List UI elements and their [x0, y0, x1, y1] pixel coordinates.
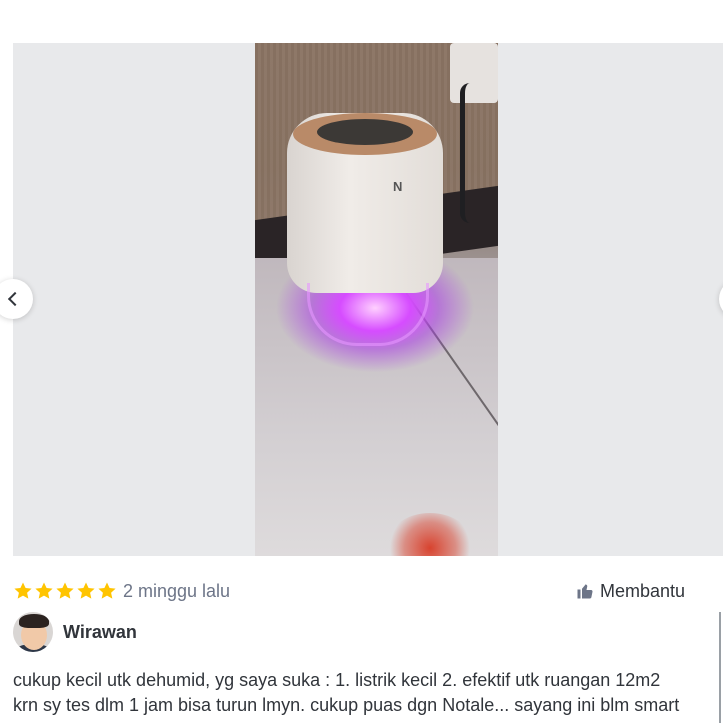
- review-text-line: krn sy tes dlm 1 jam bisa turun lmyn. cu…: [13, 695, 680, 715]
- chevron-left-icon: [7, 291, 23, 307]
- review-media-gallery: N: [13, 43, 723, 556]
- star-icon: [98, 582, 116, 599]
- review-time: 2 minggu lalu: [123, 580, 231, 601]
- review-photo[interactable]: N: [255, 43, 498, 556]
- thumbs-up-icon: [577, 584, 593, 599]
- star-icon: [35, 582, 53, 599]
- rating-stars: [13, 581, 117, 601]
- avatar[interactable]: [13, 612, 53, 652]
- review-text: cukup kecil utk dehumid, yg saya suka : …: [13, 668, 719, 718]
- reviewer-info: Wirawan: [13, 612, 137, 652]
- photo-device-panel: [317, 119, 413, 145]
- review-rating-row: 2 minggu lalu: [13, 578, 230, 604]
- scrollbar[interactable]: [719, 612, 721, 723]
- helpful-button[interactable]: Membantu: [576, 578, 685, 604]
- review-text-line: cukup kecil utk dehumid, yg saya suka : …: [13, 670, 661, 690]
- star-icon: [14, 582, 32, 599]
- star-icon: [56, 582, 74, 599]
- photo-cable: [460, 83, 495, 223]
- reviewer-name[interactable]: Wirawan: [63, 622, 137, 643]
- photo-device-logo: N: [393, 179, 403, 194]
- helpful-label: Membantu: [600, 580, 686, 601]
- star-icon: [77, 582, 95, 599]
